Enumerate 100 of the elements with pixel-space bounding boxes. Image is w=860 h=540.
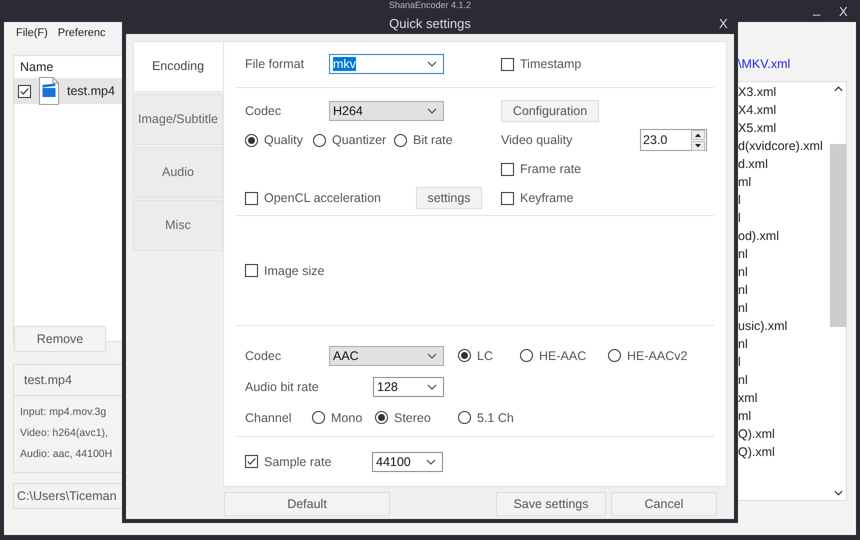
default-button[interactable]: Default: [224, 492, 390, 516]
tab[interactable]: Misc: [133, 200, 223, 251]
checkbox-label[interactable]: Image size: [264, 264, 324, 278]
radio-label[interactable]: Mono: [331, 410, 362, 425]
preset-item[interactable]: Q).xml: [738, 445, 775, 459]
field-label: Audio bit rate: [245, 380, 320, 394]
file-info-text: Input: mp4.mov.3g: [20, 405, 108, 420]
video-file-icon: [39, 77, 59, 105]
save-settings-button[interactable]: Save settings: [496, 492, 606, 516]
preset-item[interactable]: nl: [738, 247, 748, 261]
radio-label[interactable]: 5.1 Ch: [477, 410, 514, 425]
preset-item[interactable]: usic).xml: [738, 319, 788, 333]
tab[interactable]: Image/Subtitle: [133, 94, 223, 145]
checkbox-label[interactable]: Keyframe: [520, 191, 574, 206]
menu-item[interactable]: Preferenc: [58, 27, 106, 48]
preset-item[interactable]: ml: [738, 175, 752, 189]
radio-label[interactable]: Quality: [264, 133, 303, 148]
preset-item[interactable]: X3.xml: [738, 85, 776, 99]
field-label: Video quality: [501, 133, 574, 148]
chevron-icon: [427, 61, 437, 68]
remove-button[interactable]: Remove: [14, 326, 106, 352]
output-path-field[interactable]: C:\Users\Ticeman: [13, 483, 122, 509]
radio-label[interactable]: LC: [477, 348, 493, 363]
cancel-button[interactable]: Cancel: [611, 492, 717, 516]
preset-item[interactable]: d.xml: [738, 157, 768, 171]
scrollbar-thumb[interactable]: [830, 144, 846, 327]
window-title: ShanaEncoder 4.1.2: [388, 0, 472, 11]
codec-dropdown[interactable]: H264: [329, 101, 444, 122]
preset-item[interactable]: l: [738, 193, 741, 207]
preset-item[interactable]: ml: [738, 409, 752, 423]
field-label: File format: [245, 57, 306, 72]
checkbox[interactable]: [501, 58, 514, 71]
radio-button[interactable]: [458, 411, 471, 424]
file-name: test.mp4: [67, 84, 115, 98]
preset-item[interactable]: nl: [738, 337, 748, 351]
radio-button[interactable]: [245, 134, 258, 147]
preset-item[interactable]: d(xvidcore).xml: [738, 139, 823, 153]
preset-item[interactable]: od).xml: [738, 229, 779, 243]
radio-label[interactable]: Stereo: [394, 410, 431, 425]
spin-down-icon[interactable]: [691, 140, 705, 151]
checkbox[interactable]: [245, 192, 258, 205]
preset-item[interactable]: nl: [738, 283, 748, 297]
checkbox[interactable]: [501, 192, 514, 205]
file-info-text: Audio: aac, 44100H: [20, 447, 114, 462]
preset-item[interactable]: xml: [738, 391, 758, 405]
radio-button[interactable]: [375, 411, 388, 424]
radio-button[interactable]: [520, 349, 533, 362]
tab[interactable]: Audio: [133, 147, 223, 198]
scroll-down-icon[interactable]: [834, 490, 842, 496]
checkbox-label[interactable]: Sample rate: [264, 454, 332, 469]
checkbox[interactable]: [245, 264, 258, 278]
video-quality-spinbox[interactable]: 23.0: [640, 129, 707, 152]
dialog-title: Quick settings: [389, 16, 471, 31]
chevron-icon: [426, 458, 436, 465]
radio-label[interactable]: Bit rate: [413, 133, 453, 148]
file-info-text: Video: h264(avc1),: [20, 426, 109, 441]
checkbox[interactable]: [18, 84, 31, 98]
radio-button[interactable]: [312, 411, 325, 424]
chevron-icon: [427, 108, 437, 114]
preset-item[interactable]: l: [738, 355, 741, 369]
configuration-button[interactable]: Configuration: [501, 100, 599, 122]
preset-path-link[interactable]: \MKV.xml: [738, 57, 790, 71]
radio-label[interactable]: Quantizer: [332, 133, 386, 148]
menu-item[interactable]: File(F): [16, 27, 48, 48]
preset-item[interactable]: X5.xml: [738, 121, 776, 135]
preset-item[interactable]: l: [738, 211, 741, 225]
preset-item[interactable]: nl: [738, 373, 748, 387]
preset-item[interactable]: X4.xml: [738, 103, 776, 117]
codec-dropdown[interactable]: AAC: [329, 346, 444, 366]
preset-item[interactable]: Q).xml: [738, 427, 775, 441]
checkbox-label[interactable]: Timestamp: [520, 57, 582, 72]
scroll-up-icon[interactable]: [834, 86, 842, 92]
file-row[interactable]: test.mp4: [14, 78, 122, 104]
file-format-dropdown[interactable]: mkv: [329, 54, 444, 74]
field-label: Codec: [245, 104, 282, 118]
radio-button[interactable]: [458, 349, 471, 362]
field-label: Channel: [245, 410, 293, 425]
radio-label[interactable]: HE-AAC: [539, 348, 586, 363]
settings-button[interactable]: settings: [416, 187, 482, 210]
minimize-button[interactable]: _: [813, 1, 820, 16]
chevron-icon: [427, 384, 437, 390]
preset-item[interactable]: nl: [738, 301, 748, 315]
radio-button[interactable]: [313, 134, 326, 147]
field-label: Codec: [245, 348, 282, 363]
spin-up-icon[interactable]: [691, 130, 705, 140]
checkbox-label[interactable]: OpenCL acceleration: [264, 191, 381, 206]
radio-label[interactable]: HE-AACv2: [627, 348, 688, 363]
checkbox[interactable]: [501, 162, 514, 176]
sample-rate-dropdown[interactable]: 44100: [372, 452, 443, 472]
chevron-icon: [427, 352, 437, 359]
checkbox-label[interactable]: Frame rate: [520, 162, 582, 176]
close-button[interactable]: X: [719, 16, 728, 31]
close-button[interactable]: X: [839, 4, 848, 19]
checkbox[interactable]: [245, 455, 258, 468]
preset-item[interactable]: nl: [738, 265, 748, 279]
tab[interactable]: Encoding: [133, 41, 223, 92]
column-header[interactable]: Name: [14, 56, 122, 78]
radio-button[interactable]: [394, 134, 407, 147]
radio-button[interactable]: [608, 349, 621, 362]
audio-bit-rate-dropdown[interactable]: 128: [373, 376, 444, 397]
